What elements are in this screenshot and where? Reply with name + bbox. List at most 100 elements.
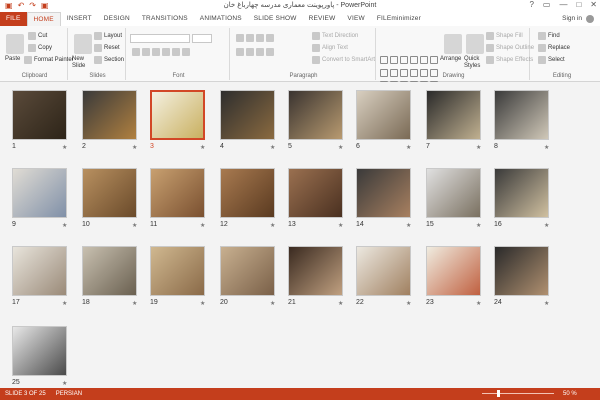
slide-thumbnail[interactable] <box>82 246 137 296</box>
transition-star-icon[interactable]: ★ <box>200 222 205 229</box>
minimize-icon[interactable]: — <box>559 0 567 9</box>
transition-star-icon[interactable]: ★ <box>476 300 481 307</box>
format-painter-button[interactable]: Format Painter <box>24 56 74 64</box>
sign-in-link[interactable]: Sign in <box>562 12 582 26</box>
slide-thumbnail[interactable] <box>150 168 205 218</box>
slide-thumbnail[interactable] <box>82 168 137 218</box>
transition-star-icon[interactable]: ★ <box>132 300 137 307</box>
tab-fileminimizer[interactable]: FILEminimizer <box>371 12 427 26</box>
transition-star-icon[interactable]: ★ <box>270 222 275 229</box>
transition-star-icon[interactable]: ★ <box>62 144 67 151</box>
shadow-icon[interactable] <box>162 48 170 56</box>
shape-fill-button[interactable]: Shape Fill <box>486 32 523 40</box>
transition-star-icon[interactable]: ★ <box>270 144 275 151</box>
underline-icon[interactable] <box>152 48 160 56</box>
zoom-percentage[interactable]: 50 % <box>558 388 582 400</box>
transition-star-icon[interactable]: ★ <box>544 300 549 307</box>
redo-icon[interactable]: ↷ <box>29 1 36 11</box>
section-button[interactable]: Section <box>94 56 124 64</box>
align-left-icon[interactable] <box>236 48 244 56</box>
transition-star-icon[interactable]: ★ <box>270 300 275 307</box>
slide-thumbnail[interactable] <box>220 168 275 218</box>
slide-thumbnail[interactable] <box>12 168 67 218</box>
slide-thumbnail[interactable] <box>150 90 205 140</box>
slide-thumbnail[interactable] <box>494 90 549 140</box>
text-direction-button[interactable]: Text Direction <box>312 32 358 40</box>
arrange-button[interactable]: Arrange <box>440 56 461 62</box>
select-button[interactable]: Select <box>538 56 565 64</box>
transition-star-icon[interactable]: ★ <box>200 144 205 151</box>
numbering-icon[interactable] <box>246 34 254 42</box>
line-spacing-icon[interactable] <box>266 34 274 42</box>
slide-thumbnail[interactable] <box>494 168 549 218</box>
transition-star-icon[interactable]: ★ <box>62 300 67 307</box>
new-slide-button[interactable]: New Slide <box>72 56 96 70</box>
avatar[interactable] <box>586 15 594 23</box>
slide-thumbnail[interactable] <box>426 90 481 140</box>
transition-star-icon[interactable]: ★ <box>476 144 481 151</box>
zoom-slider[interactable] <box>482 393 554 394</box>
copy-button[interactable]: Copy <box>28 44 52 52</box>
tab-transitions[interactable]: TRANSITIONS <box>136 12 194 26</box>
slide-thumbnail[interactable] <box>356 90 411 140</box>
slide-thumbnail[interactable] <box>220 90 275 140</box>
font-name-box[interactable] <box>130 34 190 43</box>
cut-button[interactable]: Cut <box>28 32 47 40</box>
transition-star-icon[interactable]: ★ <box>544 144 549 151</box>
start-from-beginning-icon[interactable]: ▣ <box>41 1 49 11</box>
maximize-icon[interactable]: □ <box>576 0 581 9</box>
find-button[interactable]: Find <box>538 32 560 40</box>
transition-star-icon[interactable]: ★ <box>544 222 549 229</box>
tab-slide-show[interactable]: SLIDE SHOW <box>248 12 303 26</box>
tab-home[interactable]: HOME <box>26 12 61 26</box>
align-center-icon[interactable] <box>246 48 254 56</box>
slide-thumbnail[interactable] <box>220 246 275 296</box>
transition-star-icon[interactable]: ★ <box>476 222 481 229</box>
slide-thumbnail[interactable] <box>356 168 411 218</box>
strikethrough-icon[interactable] <box>172 48 180 56</box>
align-text-button[interactable]: Align Text <box>312 44 348 52</box>
slide-thumbnail[interactable] <box>12 326 67 376</box>
slide-thumbnail[interactable] <box>12 90 67 140</box>
slide-thumbnail[interactable] <box>426 168 481 218</box>
tab-animations[interactable]: ANIMATIONS <box>194 12 248 26</box>
transition-star-icon[interactable]: ★ <box>62 222 67 229</box>
close-icon[interactable]: ✕ <box>590 0 597 9</box>
align-right-icon[interactable] <box>256 48 264 56</box>
slide-thumbnail[interactable] <box>288 246 343 296</box>
slide-thumbnail[interactable] <box>150 246 205 296</box>
shape-effects-button[interactable]: Shape Effects <box>486 56 533 64</box>
indent-icon[interactable] <box>256 34 264 42</box>
slide-thumbnail[interactable] <box>494 246 549 296</box>
transition-star-icon[interactable]: ★ <box>132 222 137 229</box>
tab-view[interactable]: VIEW <box>341 12 370 26</box>
reset-button[interactable]: Reset <box>94 44 120 52</box>
tab-insert[interactable]: INSERT <box>61 12 98 26</box>
slide-thumbnail[interactable] <box>426 246 481 296</box>
bold-icon[interactable] <box>132 48 140 56</box>
convert-smartart-button[interactable]: Convert to SmartArt <box>312 56 375 64</box>
slide-thumbnail[interactable] <box>288 168 343 218</box>
justify-icon[interactable] <box>266 48 274 56</box>
transition-star-icon[interactable]: ★ <box>62 380 67 387</box>
bullets-icon[interactable] <box>236 34 244 42</box>
font-color-icon[interactable] <box>182 48 190 56</box>
tab-file[interactable]: FILE <box>0 12 27 26</box>
quick-styles-button[interactable]: Quick Styles <box>464 56 486 70</box>
shape-outline-button[interactable]: Shape Outline <box>486 44 534 52</box>
transition-star-icon[interactable]: ★ <box>406 222 411 229</box>
transition-star-icon[interactable]: ★ <box>338 144 343 151</box>
slide-thumbnail[interactable] <box>356 246 411 296</box>
transition-star-icon[interactable]: ★ <box>200 300 205 307</box>
slide-thumbnail[interactable] <box>12 246 67 296</box>
app-icon[interactable]: ▣ <box>5 1 13 11</box>
paste-button[interactable]: Paste <box>5 56 20 62</box>
tab-design[interactable]: DESIGN <box>98 12 136 26</box>
transition-star-icon[interactable]: ★ <box>406 144 411 151</box>
slide-thumbnail[interactable] <box>288 90 343 140</box>
transition-star-icon[interactable]: ★ <box>132 144 137 151</box>
tab-review[interactable]: REVIEW <box>303 12 342 26</box>
italic-icon[interactable] <box>142 48 150 56</box>
replace-button[interactable]: Replace <box>538 44 570 52</box>
transition-star-icon[interactable]: ★ <box>338 222 343 229</box>
